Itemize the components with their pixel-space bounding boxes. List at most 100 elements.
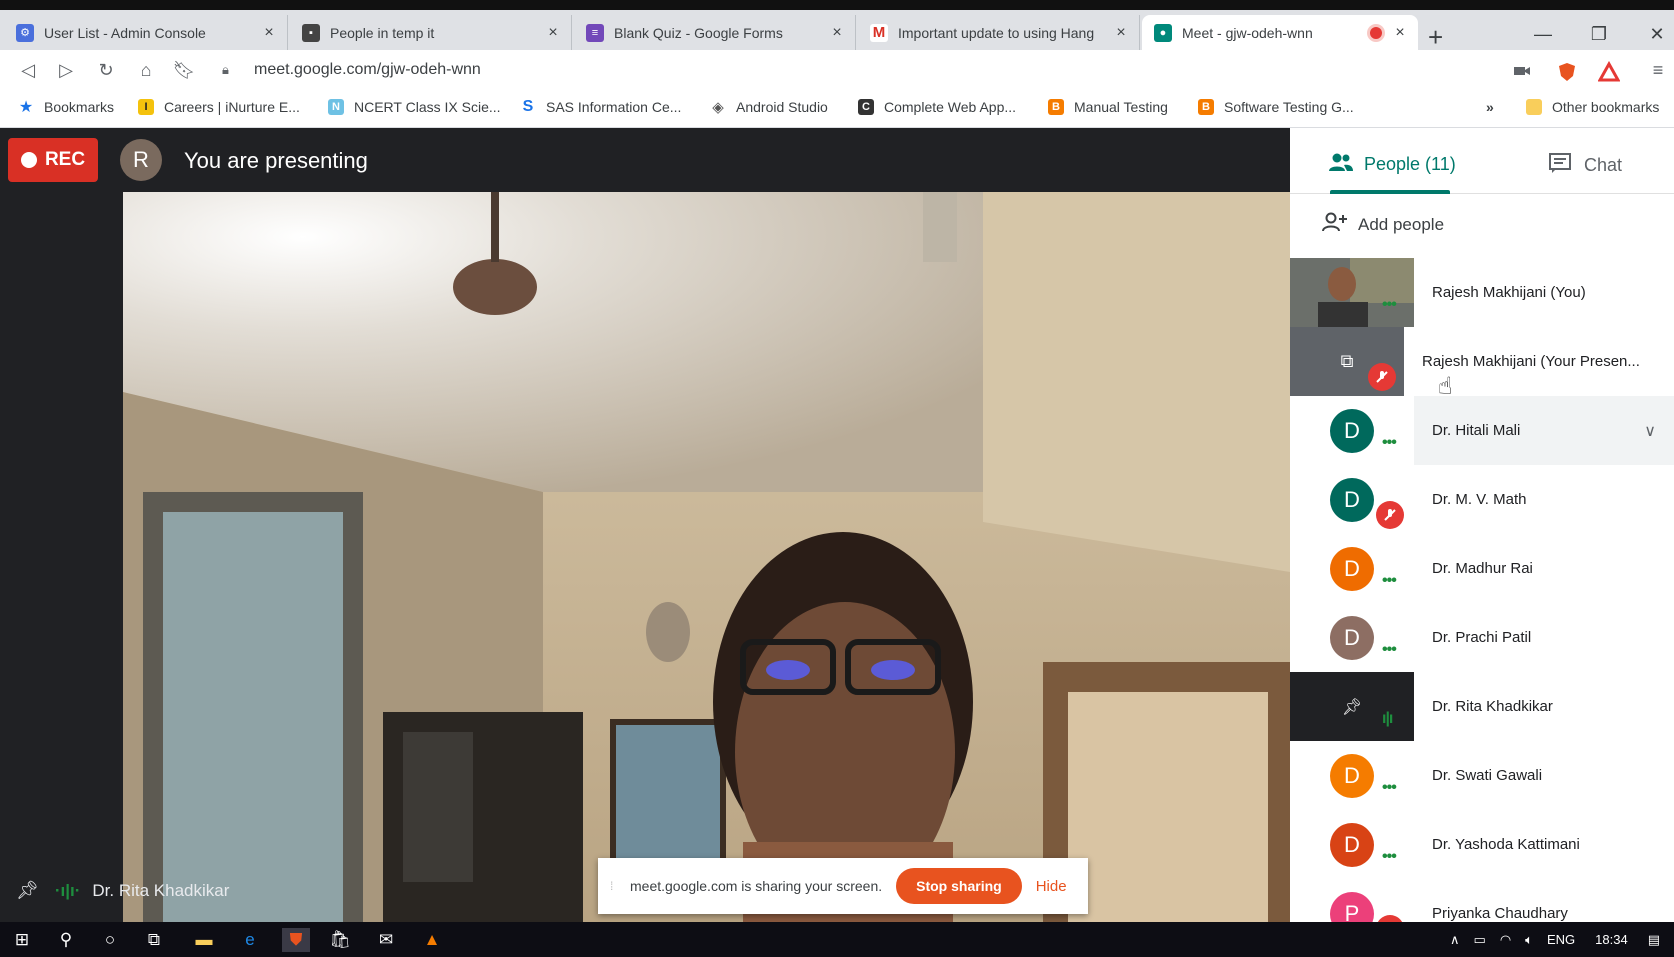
- tab-admin-console[interactable]: ⚙ User List - Admin Console ×: [4, 15, 288, 50]
- back-button[interactable]: ◁: [16, 58, 40, 82]
- share-message: meet.google.com is sharing your screen.: [630, 878, 883, 894]
- avatar: R: [120, 139, 162, 181]
- participant-row[interactable]: ••• Rajesh Makhijani (You): [1290, 258, 1674, 327]
- home-button[interactable]: ⌂: [134, 58, 158, 82]
- ncert-icon: N: [328, 99, 344, 115]
- mail-icon[interactable]: ✉: [372, 928, 400, 952]
- task-view-icon[interactable]: ⧉: [140, 928, 168, 952]
- people-tab-label: People (11): [1364, 154, 1456, 174]
- participant-avatar-cell: D: [1290, 465, 1414, 534]
- participant-avatar-cell: P: [1290, 879, 1414, 922]
- windows-start-icon[interactable]: ⊞: [8, 928, 36, 952]
- participant-row[interactable]: D ••• Dr. Prachi Patil: [1290, 603, 1674, 672]
- close-icon[interactable]: ×: [261, 24, 277, 42]
- bookmark-item[interactable]: ★ Bookmarks: [18, 99, 115, 116]
- participant-row[interactable]: D ••• Dr. Yashoda Kattimani: [1290, 810, 1674, 879]
- tab-people-in-temp[interactable]: ▪ People in temp it ×: [290, 15, 572, 50]
- forward-button[interactable]: ▷: [54, 58, 78, 82]
- store-icon[interactable]: 🛍︎: [326, 928, 354, 952]
- bookmark-item[interactable]: B Manual Testing: [1048, 99, 1168, 115]
- tab-meet[interactable]: ● Meet - gjw-odeh-wnn ×: [1142, 15, 1418, 50]
- bookmark-item[interactable]: I Careers | iNurture E...: [138, 99, 300, 115]
- bookmark-item[interactable]: S SAS Information Ce...: [520, 98, 682, 115]
- brave-shield-icon[interactable]: [1556, 61, 1576, 81]
- more-bookmarks-button[interactable]: »: [1486, 99, 1494, 115]
- close-icon[interactable]: ×: [545, 24, 561, 42]
- active-tab-indicator: [1330, 190, 1450, 194]
- chevron-down-icon[interactable]: ∨: [1644, 421, 1656, 441]
- hide-button[interactable]: Hide: [1036, 878, 1067, 895]
- notifications-icon[interactable]: ▤: [1648, 932, 1660, 948]
- bookmark-item[interactable]: N NCERT Class IX Scie...: [328, 99, 501, 115]
- battery-icon[interactable]: ▭: [1474, 932, 1486, 948]
- brave-browser-icon[interactable]: ⛊: [282, 928, 310, 952]
- address-bar[interactable]: 🔒︎ meet.google.com/gjw-odeh-wnn: [222, 55, 1492, 85]
- bookmark-label: Android Studio: [736, 99, 828, 115]
- participant-row[interactable]: D ••• Dr. Hitali Mali ∨: [1290, 396, 1674, 465]
- google-forms-icon: ≡: [586, 23, 604, 42]
- new-tab-button[interactable]: +: [1428, 24, 1443, 50]
- camera-icon[interactable]: [1512, 61, 1532, 81]
- add-people-button[interactable]: Add people: [1322, 212, 1444, 237]
- participant-row[interactable]: 📌︎ ı|ı Dr. Rita Khadkikar: [1290, 672, 1674, 741]
- tab-chat[interactable]: Chat: [1548, 152, 1622, 179]
- bookmark-item[interactable]: B Software Testing G...: [1198, 99, 1354, 115]
- language-indicator[interactable]: ENG: [1547, 932, 1575, 947]
- reload-button[interactable]: ↻: [94, 58, 118, 82]
- present-screen-icon: ⧉: [1340, 351, 1354, 371]
- vlc-icon[interactable]: ▲: [418, 928, 446, 952]
- participant-row[interactable]: D Dr. M. V. Math: [1290, 465, 1674, 534]
- participant-name: Priyanka Chaudhary: [1432, 905, 1568, 922]
- other-bookmarks[interactable]: Other bookmarks: [1526, 99, 1659, 115]
- bookmark-label: Complete Web App...: [884, 99, 1017, 115]
- recording-button[interactable]: REC: [8, 138, 98, 182]
- close-icon[interactable]: ×: [1392, 24, 1408, 42]
- participant-row[interactable]: P Priyanka Chaudhary: [1290, 879, 1674, 922]
- tab-people[interactable]: People (11): [1328, 152, 1456, 177]
- search-icon[interactable]: ⚲: [52, 928, 80, 952]
- close-icon[interactable]: ×: [1113, 24, 1129, 42]
- bookmark-page-button[interactable]: 🔖︎: [172, 58, 196, 82]
- avatar: D: [1330, 477, 1374, 522]
- clock[interactable]: 18:34: [1595, 932, 1628, 947]
- mic-off-icon: [1376, 915, 1404, 922]
- volume-icon[interactable]: 🔈︎: [1525, 932, 1533, 948]
- cortana-icon[interactable]: ○: [96, 928, 124, 952]
- tab-title: Blank Quiz - Google Forms: [614, 24, 783, 41]
- tab-gmail[interactable]: M Important update to using Hang ×: [858, 15, 1140, 50]
- tab-title: User List - Admin Console: [44, 24, 206, 41]
- tab-title: Meet - gjw-odeh-wnn: [1182, 24, 1313, 41]
- bookmark-item[interactable]: ◈ Android Studio: [710, 99, 828, 116]
- file-explorer-icon[interactable]: ▬: [190, 928, 218, 952]
- participant-row[interactable]: D ••• Dr. Swati Gawali: [1290, 741, 1674, 810]
- sas-icon: S: [522, 98, 534, 115]
- window-close-button[interactable]: ✕: [1642, 24, 1672, 45]
- participant-avatar-cell: D •••: [1290, 741, 1414, 810]
- participant-row[interactable]: ⧉ Rajesh Makhijani (Your Presen...: [1290, 327, 1674, 396]
- bookmark-label: Careers | iNurture E...: [164, 99, 300, 115]
- restore-button[interactable]: ❐: [1584, 24, 1614, 45]
- audio-level-icon: •••: [1382, 434, 1397, 451]
- tab-google-forms[interactable]: ≡ Blank Quiz - Google Forms ×: [574, 15, 856, 50]
- edge-icon[interactable]: e: [236, 928, 264, 952]
- bookmark-item[interactable]: C Complete Web App...: [858, 99, 1016, 115]
- google-meet-icon: ●: [1154, 23, 1172, 42]
- bookmark-label: Bookmarks: [44, 99, 115, 115]
- avatar: D: [1330, 822, 1374, 867]
- close-icon[interactable]: ×: [829, 24, 845, 42]
- drag-handle-icon[interactable]: ⁞: [610, 879, 616, 893]
- brave-rewards-icon[interactable]: [1597, 60, 1621, 82]
- audio-level-icon: •••: [1382, 296, 1397, 313]
- chevron-up-icon[interactable]: ∧: [1450, 932, 1460, 948]
- minimize-button[interactable]: —: [1528, 24, 1558, 45]
- avatar: D: [1330, 753, 1374, 798]
- screen-share-notice: ⁞ meet.google.com is sharing your screen…: [598, 858, 1088, 914]
- participant-row[interactable]: D ••• Dr. Madhur Rai: [1290, 534, 1674, 603]
- wifi-icon[interactable]: ◠: [1500, 932, 1511, 948]
- stop-sharing-button[interactable]: Stop sharing: [896, 868, 1022, 904]
- contacts-icon: ▪: [302, 23, 320, 42]
- participant-name: Dr. Swati Gawali: [1432, 767, 1543, 784]
- pin-icon[interactable]: 📌︎: [16, 880, 39, 901]
- menu-icon[interactable]: ≡: [1646, 58, 1670, 82]
- lock-icon: 🔒︎: [222, 62, 229, 77]
